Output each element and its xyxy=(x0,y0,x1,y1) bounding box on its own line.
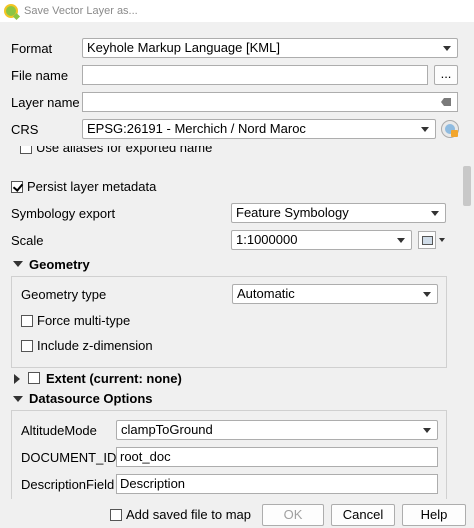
chevron-down-icon xyxy=(423,428,431,433)
extent-checkbox[interactable] xyxy=(28,372,40,384)
geometry-group: Geometry type Automatic Force multi-type… xyxy=(11,276,447,368)
scale-menu-chevron-icon[interactable] xyxy=(439,238,445,242)
symbology-export-value: Feature Symbology xyxy=(236,205,349,220)
document-id-input[interactable]: root_doc xyxy=(116,447,438,467)
file-name-input[interactable] xyxy=(82,65,428,85)
force-multi-type-label: Force multi-type xyxy=(37,313,131,328)
persist-metadata-label: Persist layer metadata xyxy=(27,179,157,194)
select-crs-icon[interactable] xyxy=(441,120,459,138)
crs-value: EPSG:26191 - Merchich / Nord Maroc xyxy=(87,121,306,136)
geometry-type-label: Geometry type xyxy=(21,287,107,302)
geometry-type-value: Automatic xyxy=(237,286,295,301)
browse-button[interactable]: ... xyxy=(434,65,458,85)
include-z-label: Include z-dimension xyxy=(37,338,153,353)
options-scroll-area[interactable]: Use aliases for exported name Persist la… xyxy=(0,146,474,499)
chevron-down-icon xyxy=(421,127,429,132)
title-bar: Save Vector Layer as... xyxy=(0,0,474,22)
use-aliases-label: Use aliases for exported name xyxy=(36,146,213,155)
add-to-map-label: Add saved file to map xyxy=(126,507,252,522)
cancel-button[interactable]: Cancel xyxy=(331,504,395,526)
layer-name-input[interactable] xyxy=(82,92,458,112)
geometry-section-title[interactable]: Geometry xyxy=(29,257,90,272)
window-title: Save Vector Layer as... xyxy=(24,5,138,17)
expand-extent-icon[interactable] xyxy=(14,374,20,384)
altitude-mode-value: clampToGround xyxy=(121,422,213,437)
document-id-label: DOCUMENT_ID xyxy=(21,450,117,465)
vertical-scrollbar[interactable] xyxy=(460,146,474,499)
help-button[interactable]: Help xyxy=(402,504,466,526)
collapse-geometry-icon[interactable] xyxy=(13,261,23,267)
force-multi-type-checkbox[interactable] xyxy=(21,315,33,327)
dialog-button-bar: Add saved file to map OK Cancel Help xyxy=(0,500,474,528)
file-name-label: File name xyxy=(11,68,69,83)
qgis-logo-icon xyxy=(4,4,18,18)
geometry-type-dropdown[interactable]: Automatic xyxy=(232,284,438,304)
datasource-section-title[interactable]: Datasource Options xyxy=(29,391,153,406)
clear-text-icon[interactable] xyxy=(441,98,451,106)
altitude-mode-label: AltitudeMode xyxy=(21,423,97,438)
format-value: Keyhole Markup Language [KML] xyxy=(87,40,280,55)
add-to-map-checkbox[interactable] xyxy=(110,509,122,521)
scale-from-map-icon[interactable] xyxy=(418,231,436,249)
scale-value: 1:1000000 xyxy=(236,232,298,247)
crs-label: CRS xyxy=(11,122,39,137)
altitude-mode-dropdown[interactable]: clampToGround xyxy=(116,420,438,440)
description-field-label: DescriptionField xyxy=(21,477,115,492)
scale-combobox[interactable]: 1:1000000 xyxy=(231,230,412,250)
include-z-checkbox[interactable] xyxy=(21,340,33,352)
layer-name-label: Layer name xyxy=(11,95,80,110)
ok-button[interactable]: OK xyxy=(262,504,324,526)
collapse-datasource-icon[interactable] xyxy=(13,396,23,402)
chevron-down-icon xyxy=(443,46,451,51)
crs-dropdown[interactable]: EPSG:26191 - Merchich / Nord Maroc xyxy=(82,119,436,139)
chevron-down-icon xyxy=(397,238,405,243)
chevron-down-icon xyxy=(423,292,431,297)
format-dropdown[interactable]: Keyhole Markup Language [KML] xyxy=(82,38,458,58)
description-field-input[interactable]: Description xyxy=(116,474,438,494)
symbology-export-label: Symbology export xyxy=(11,206,116,221)
scrollbar-thumb[interactable] xyxy=(463,166,471,206)
persist-metadata-checkbox[interactable] xyxy=(11,181,23,193)
chevron-down-icon xyxy=(431,211,439,216)
symbology-export-dropdown[interactable]: Feature Symbology xyxy=(231,203,446,223)
extent-section-title[interactable]: Extent (current: none) xyxy=(46,371,182,386)
datasource-group: AltitudeMode clampToGround DOCUMENT_ID r… xyxy=(11,410,447,499)
format-label: Format xyxy=(11,41,53,56)
scale-label: Scale xyxy=(11,233,44,248)
use-aliases-checkbox[interactable] xyxy=(20,146,32,154)
